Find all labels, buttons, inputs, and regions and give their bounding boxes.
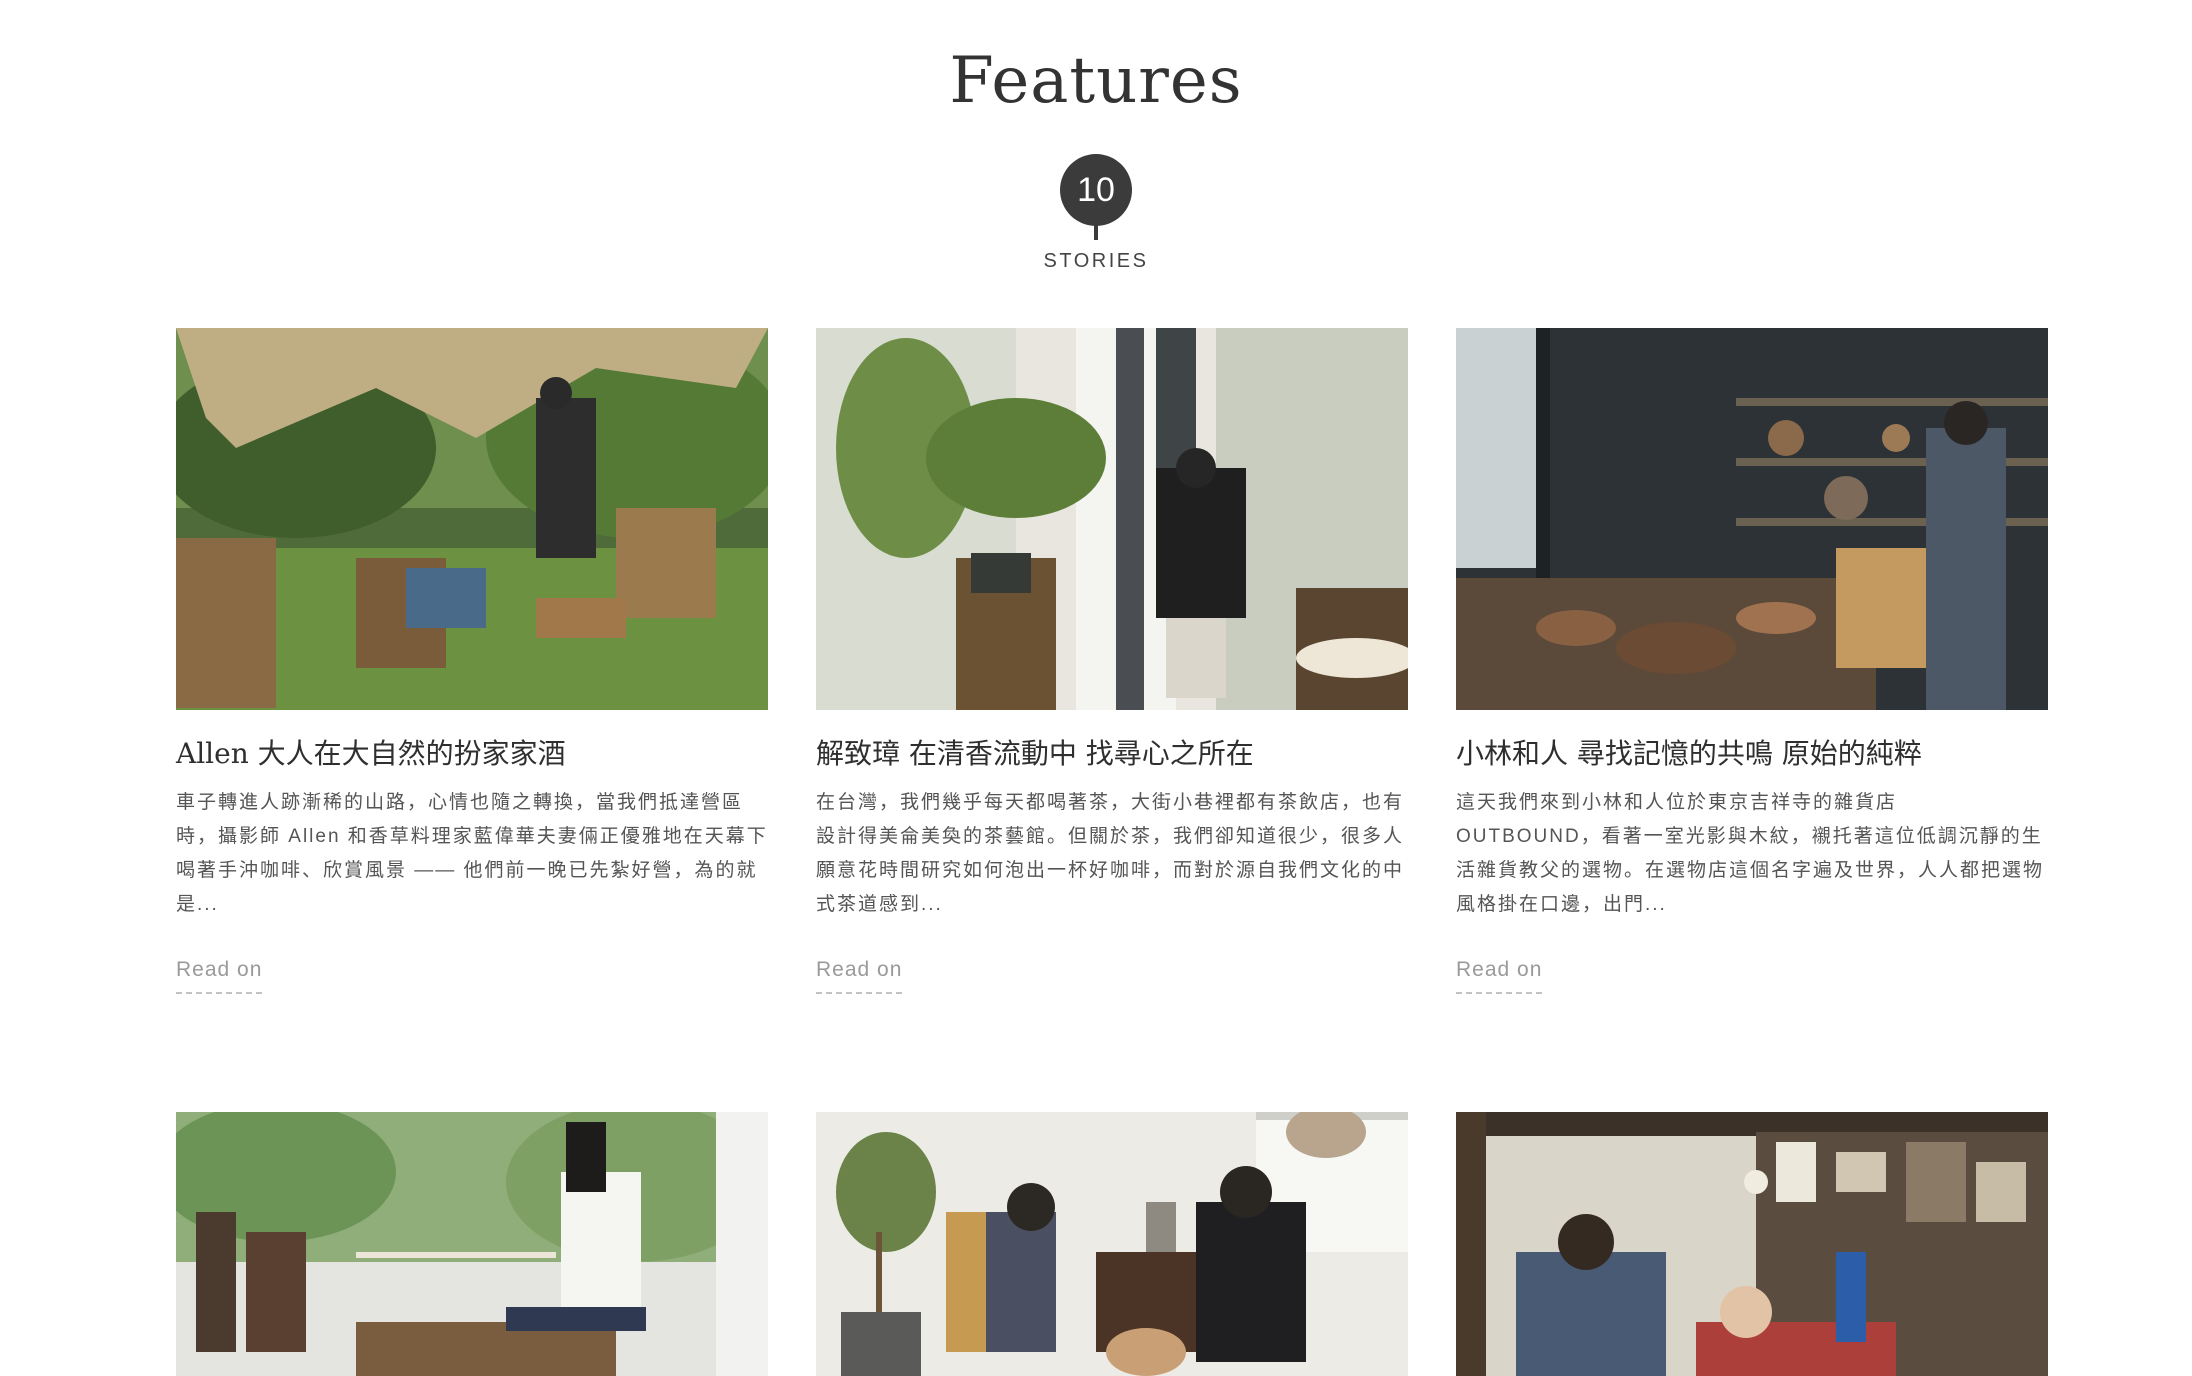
story-title[interactable]: Allen 大人在大自然的扮家家酒	[176, 736, 768, 772]
story-card	[1456, 1112, 2048, 1376]
story-excerpt: 在台灣，我們幾乎每天都喝著茶，大街小巷裡都有茶飲店，也有設計得美侖美奐的茶藝館。…	[816, 792, 1405, 915]
read-on-link[interactable]: Read on	[176, 958, 263, 994]
read-on-link[interactable]: Read on	[816, 958, 903, 994]
features-page: Features 10 STORIES Allen 大人在大自然的扮家家酒 車子…	[0, 0, 2192, 1376]
story-title[interactable]: 小林和人 尋找記憶的共鳴 原始的純粹	[1456, 736, 2048, 772]
story-card: 小林和人 尋找記憶的共鳴 原始的純粹 這天我們來到小林和人位於東京吉祥寺的雜貨店…	[1456, 328, 2048, 994]
read-on-link[interactable]: Read on	[1456, 958, 1543, 994]
story-card	[176, 1112, 768, 1376]
story-excerpt: 這天我們來到小林和人位於東京吉祥寺的雜貨店 OUTBOUND，看著一室光影與木紋…	[1456, 792, 2045, 915]
story-card: 解致璋 在清香流動中 找尋心之所在 在台灣，我們幾乎每天都喝著茶，大街小巷裡都有…	[816, 328, 1408, 994]
story-card	[816, 1112, 1408, 1376]
studio-woman-photo[interactable]	[176, 1112, 768, 1376]
craft-shop-photo[interactable]	[1456, 328, 2048, 710]
story-title[interactable]: 解致璋 在清香流動中 找尋心之所在	[816, 736, 1408, 772]
story-excerpt: 車子轉進人跡漸稀的山路，心情也隨之轉換，當我們抵達營區時，攝影師 Allen 和…	[176, 792, 768, 915]
workshop-men-photo[interactable]	[1456, 1112, 2048, 1376]
living-room-couple-photo[interactable]	[816, 1112, 1408, 1376]
stories-grid: Allen 大人在大自然的扮家家酒 車子轉進人跡漸稀的山路，心情也隨之轉換，當我…	[0, 0, 2192, 1376]
outdoor-camping-photo[interactable]	[176, 328, 768, 710]
tea-house-photo[interactable]	[816, 328, 1408, 710]
story-card: Allen 大人在大自然的扮家家酒 車子轉進人跡漸稀的山路，心情也隨之轉換，當我…	[176, 328, 768, 994]
